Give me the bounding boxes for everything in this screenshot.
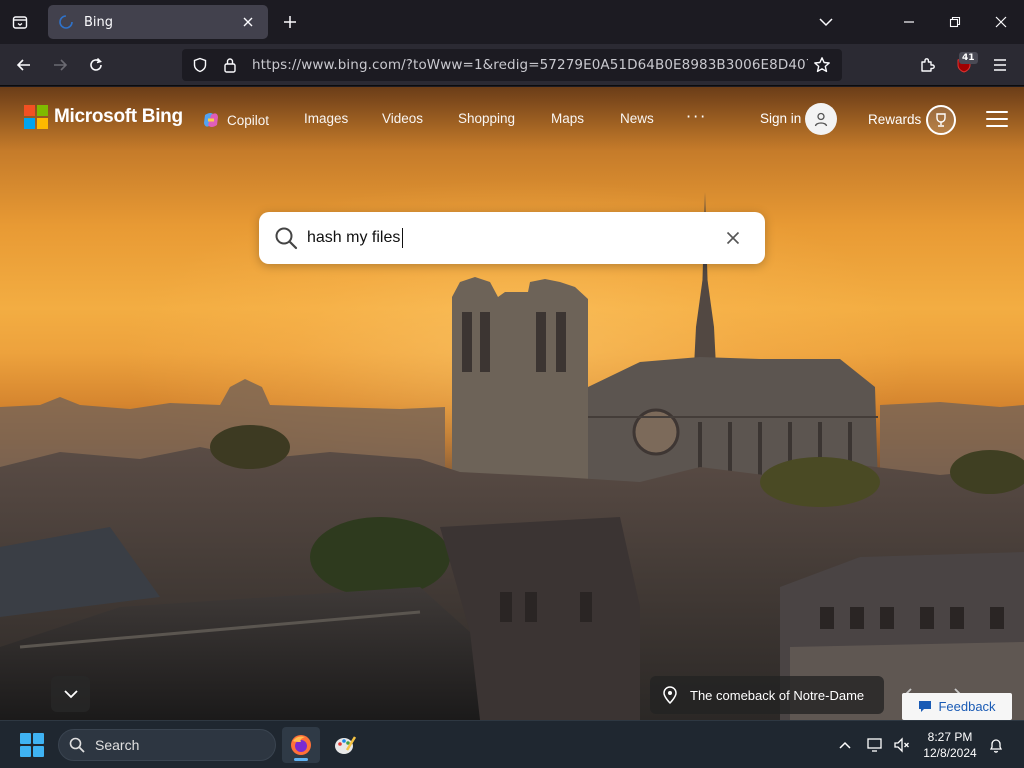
windows-taskbar: Search 8:27 PM 12/8/2024 <box>0 720 1024 768</box>
extensions-puzzle-icon[interactable] <box>914 51 942 79</box>
notifications-bell-icon[interactable] <box>986 735 1006 755</box>
taskbar-paint-app-icon[interactable] <box>326 727 364 763</box>
browser-navigation-toolbar: https://www.bing.com/?toWww=1&redig=5727… <box>0 44 1024 86</box>
clock-date: 12/8/2024 <box>923 746 977 760</box>
scroll-down-chevron-button[interactable] <box>51 676 90 712</box>
taskbar-search-icon <box>69 737 85 753</box>
user-avatar-icon[interactable] <box>805 103 837 135</box>
network-display-icon[interactable] <box>866 735 886 755</box>
nav-images[interactable]: Images <box>304 111 348 126</box>
feedback-chat-icon <box>919 701 932 712</box>
nav-copilot[interactable]: Copilot <box>202 111 269 129</box>
rewards-trophy-icon[interactable] <box>926 105 956 135</box>
nav-news[interactable]: News <box>620 111 654 126</box>
app-menu-icon[interactable] <box>986 51 1014 79</box>
tab-title: Bing <box>84 14 114 30</box>
bing-settings-menu-icon[interactable] <box>986 109 1008 129</box>
search-magnifier-icon[interactable] <box>273 225 299 251</box>
windows-start-icon[interactable] <box>20 733 44 757</box>
tracking-protection-shield-icon[interactable] <box>188 53 212 77</box>
clock-time: 8:27 PM <box>927 730 973 744</box>
microsoft-logo-icon <box>24 105 48 129</box>
bing-favicon-icon <box>58 14 74 30</box>
restore-window-icon[interactable] <box>941 8 969 36</box>
bookmark-star-icon[interactable] <box>808 51 836 79</box>
new-tab-plus-icon[interactable] <box>278 10 302 34</box>
show-hidden-icons-chevron-icon[interactable] <box>835 735 855 755</box>
paris-skyline-background-image <box>0 192 1024 720</box>
reload-icon[interactable] <box>82 51 110 79</box>
nav-copilot-label: Copilot <box>227 112 270 128</box>
nav-videos[interactable]: Videos <box>382 111 423 126</box>
copilot-icon <box>204 113 218 127</box>
feedback-label: Feedback <box>938 699 996 714</box>
logo-text: Microsoft Bing <box>54 106 183 127</box>
volume-muted-icon[interactable] <box>892 735 912 755</box>
minimize-window-icon[interactable] <box>895 8 923 36</box>
bing-header: Microsoft Bing Copilot Images Videos Sho… <box>0 87 1024 151</box>
nav-more-menu[interactable]: ··· <box>686 107 707 126</box>
image-caption-text: The comeback of Notre-Dame <box>690 687 865 703</box>
search-box[interactable]: hash my files <box>259 212 765 264</box>
lock-icon[interactable] <box>218 53 242 77</box>
bing-homepage: Microsoft Bing Copilot Images Videos Sho… <box>0 87 1024 720</box>
extension-badge-count: 41 <box>959 52 978 64</box>
list-all-tabs-icon[interactable] <box>8 10 32 34</box>
taskbar-firefox-icon[interactable] <box>282 727 320 763</box>
chevron-down-icon <box>63 690 78 699</box>
rewards-link[interactable]: Rewards <box>868 112 921 127</box>
feedback-button[interactable]: Feedback <box>902 693 1012 720</box>
text-caret <box>402 228 404 248</box>
sign-in-link[interactable]: Sign in <box>760 111 801 126</box>
browser-tab-bing[interactable]: Bing <box>48 5 268 39</box>
location-pin-icon <box>662 686 678 704</box>
clear-search-icon[interactable] <box>721 226 745 250</box>
nav-maps[interactable]: Maps <box>551 111 584 126</box>
image-caption[interactable]: The comeback of Notre-Dame <box>650 676 884 714</box>
nav-shopping[interactable]: Shopping <box>458 111 515 126</box>
url-text: https://www.bing.com/?toWww=1&redig=5727… <box>252 57 808 73</box>
url-bar[interactable]: https://www.bing.com/?toWww=1&redig=5727… <box>182 49 842 81</box>
taskbar-search-placeholder: Search <box>95 737 140 753</box>
taskbar-clock[interactable]: 8:27 PM 12/8/2024 <box>918 729 982 761</box>
taskbar-search-box[interactable]: Search <box>58 729 276 761</box>
browser-tab-strip: Bing <box>0 0 1024 44</box>
microsoft-bing-logo[interactable]: Microsoft Bing <box>24 105 183 129</box>
search-query-text: hash my files <box>307 229 401 246</box>
close-window-icon[interactable] <box>987 8 1015 36</box>
back-arrow-icon[interactable] <box>10 51 38 79</box>
tab-overflow-chevron-icon[interactable] <box>812 8 840 36</box>
search-input[interactable]: hash my files <box>307 228 721 248</box>
close-tab-icon[interactable] <box>238 12 258 32</box>
forward-arrow-icon[interactable] <box>46 51 74 79</box>
